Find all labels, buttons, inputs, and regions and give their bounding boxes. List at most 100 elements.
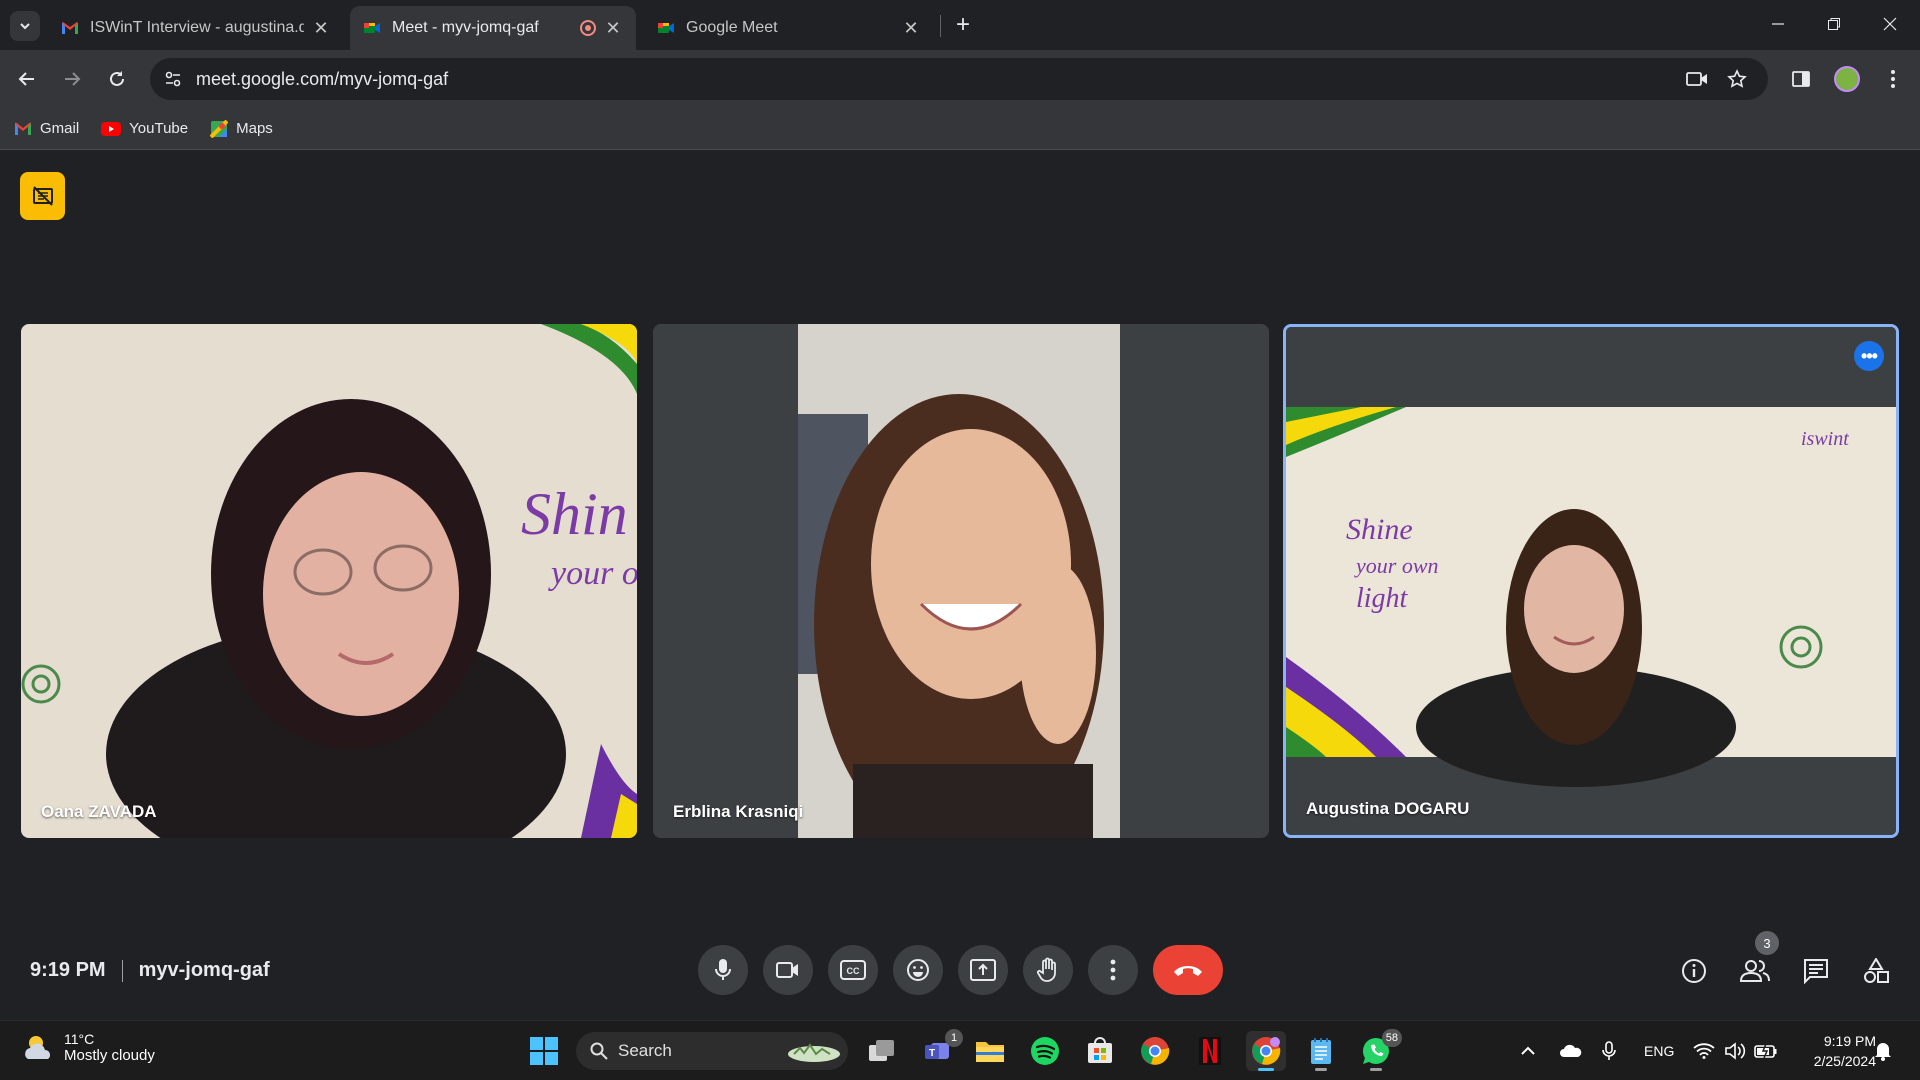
address-bar[interactable]: meet.google.com/myv-jomq-gaf [150, 58, 1768, 100]
forward-button[interactable] [55, 62, 89, 96]
side-panel-button[interactable] [1784, 62, 1818, 96]
taskbar-clock[interactable]: 9:19 PM 2/25/2024 [1796, 1031, 1876, 1071]
more-vert-icon [1110, 959, 1116, 981]
camera-button[interactable] [763, 945, 813, 995]
svg-text:iswint: iswint [1801, 428, 1849, 450]
minimize-button[interactable] [1750, 6, 1806, 42]
taskbar-date: 2/25/2024 [1813, 1053, 1876, 1069]
taskbar-search[interactable]: Search [576, 1032, 848, 1070]
start-button[interactable] [524, 1031, 564, 1071]
reactions-button[interactable] [893, 945, 943, 995]
participant-name: Augustina DOGARU [1306, 799, 1470, 818]
activities-button[interactable] [1856, 951, 1896, 991]
camera-in-use-icon[interactable] [1684, 66, 1710, 92]
tab-google-meet[interactable]: Google Meet ✕ [644, 6, 934, 50]
profile-button[interactable] [1830, 62, 1864, 96]
notepad-icon [1311, 1038, 1331, 1064]
recording-indicator[interactable] [20, 172, 65, 220]
back-button[interactable] [10, 62, 44, 96]
tile-more-options-button[interactable]: ••• [1854, 341, 1884, 371]
battery-icon[interactable] [1754, 1039, 1778, 1063]
raise-hand-button[interactable] [1023, 945, 1073, 995]
meeting-info: 9:19 PM myv-jomq-gaf [30, 959, 270, 982]
show-hidden-icons-button[interactable] [1520, 1039, 1536, 1063]
notepad-app[interactable] [1301, 1031, 1341, 1071]
meeting-details-button[interactable] [1674, 951, 1714, 991]
meeting-code: myv-jomq-gaf [138, 959, 270, 981]
chrome-app[interactable] [1135, 1031, 1175, 1071]
store-icon [1088, 1037, 1112, 1063]
participant-name: Oana ZAVADA [41, 802, 157, 821]
chrome-icon [1141, 1037, 1170, 1065]
activities-icon [1864, 958, 1889, 983]
search-icon [590, 1042, 608, 1060]
bookmark-label: Maps [236, 120, 273, 137]
close-tab-icon[interactable]: ✕ [310, 17, 332, 39]
new-tab-button[interactable]: + [948, 10, 978, 40]
tab-gmail[interactable]: ISWinT Interview - augustina.do ✕ [48, 6, 344, 50]
site-info-icon[interactable] [160, 66, 186, 92]
microphone-tray-icon[interactable] [1602, 1039, 1616, 1063]
leave-call-button[interactable] [1153, 945, 1223, 995]
call-end-icon [1174, 966, 1202, 976]
close-window-button[interactable] [1862, 6, 1918, 42]
onedrive-icon[interactable] [1560, 1039, 1582, 1063]
people-count-badge: 3 [1755, 931, 1779, 955]
avatar [1834, 66, 1860, 92]
chat-button[interactable] [1796, 951, 1836, 991]
bookmark-star-icon[interactable] [1724, 66, 1750, 92]
arrow-right-icon [65, 72, 81, 86]
mic-icon [715, 959, 731, 980]
present-to-all-icon [970, 959, 996, 981]
more-options-button[interactable] [1088, 945, 1138, 995]
tab-search-button[interactable] [10, 11, 40, 41]
netflix-app[interactable] [1190, 1031, 1230, 1071]
notifications-icon[interactable] [1874, 1039, 1892, 1063]
meet-icon [364, 23, 380, 33]
tab-title: Meet - myv-jomq-gaf [392, 19, 539, 36]
recording-icon [580, 20, 596, 36]
participant-video: Shin your ow [21, 324, 637, 838]
gmail-icon [62, 22, 78, 34]
bookmark-gmail[interactable]: Gmail [14, 120, 79, 137]
spotify-app[interactable] [1025, 1031, 1065, 1071]
teams-app[interactable]: T 1 [917, 1029, 963, 1071]
task-view-icon [869, 1040, 894, 1061]
restore-button[interactable] [1806, 6, 1862, 42]
whatsapp-app[interactable]: 58 [1356, 1029, 1402, 1071]
file-explorer-app[interactable] [970, 1031, 1010, 1071]
url-text: meet.google.com/myv-jomq-gaf [196, 68, 449, 89]
close-tab-icon[interactable]: ✕ [602, 17, 624, 39]
bookmark-label: YouTube [129, 120, 189, 137]
bookmark-youtube[interactable]: YouTube [101, 120, 188, 137]
store-app[interactable] [1080, 1031, 1120, 1071]
participant-tile-1[interactable]: Shin your ow Oana ZAVADA [21, 324, 637, 838]
microphone-button[interactable] [698, 945, 748, 995]
chat-icon [1804, 959, 1828, 984]
captions-button[interactable]: CC [828, 945, 878, 995]
gmail-icon [15, 122, 31, 135]
chrome-profile-app[interactable] [1246, 1031, 1286, 1071]
side-panel-icon [1792, 71, 1810, 87]
participant-tile-3[interactable]: Shine your own light iswint ••• Augustin… [1283, 324, 1899, 838]
present-screen-button[interactable] [958, 945, 1008, 995]
language-indicator[interactable]: ENG [1644, 1039, 1674, 1063]
search-label: Search [618, 1041, 672, 1060]
people-button[interactable] [1735, 951, 1775, 991]
bookmarks-bar: Gmail YouTube Maps [0, 108, 1920, 150]
meet-icon [658, 23, 674, 33]
teams-badge: 1 [945, 1029, 963, 1047]
task-view-button[interactable] [862, 1031, 902, 1071]
wifi-icon[interactable] [1693, 1039, 1715, 1063]
weather-widget[interactable]: 11°C Mostly cloudy [22, 1031, 155, 1064]
close-tab-icon[interactable]: ✕ [900, 17, 922, 39]
browser-menu-button[interactable] [1876, 62, 1910, 96]
restore-icon [1828, 18, 1840, 30]
volume-icon[interactable] [1724, 1039, 1746, 1063]
tab-meet-active[interactable]: Meet - myv-jomq-gaf ✕ [350, 6, 636, 50]
participant-tile-2[interactable]: Erblina Krasniqi [653, 324, 1269, 838]
more-vert-icon [1891, 70, 1895, 88]
bookmark-maps[interactable]: Maps [210, 119, 273, 138]
participant-video [653, 324, 1269, 838]
reload-button[interactable] [100, 62, 134, 96]
